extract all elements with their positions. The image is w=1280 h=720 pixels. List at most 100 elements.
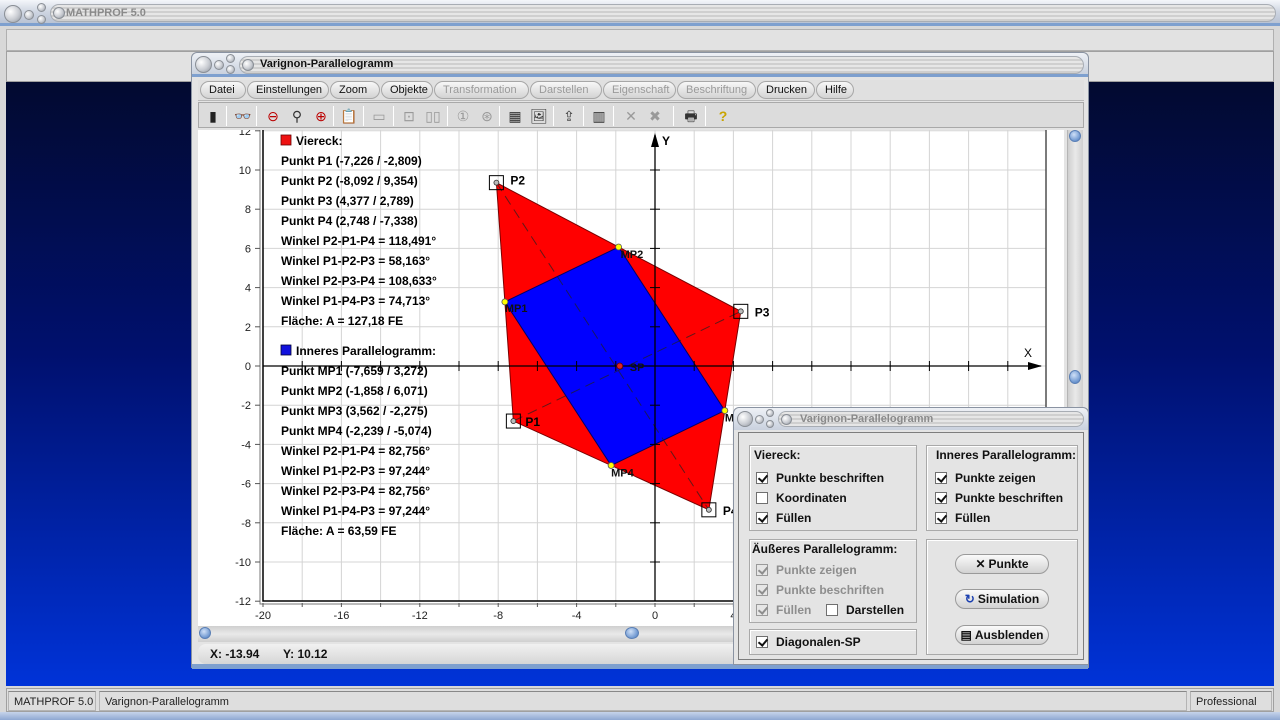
glasses-icon[interactable]: 👓 <box>233 106 253 126</box>
menu-zoom[interactable]: Zoom <box>330 81 380 99</box>
dialog-titlebar[interactable]: Varignon-Parallelogramm <box>734 408 1088 430</box>
window-titlebar[interactable]: Varignon-Parallelogramm <box>192 53 1088 77</box>
menu-objekte[interactable]: Objekte <box>381 81 433 99</box>
dialog-maximize-icon[interactable] <box>766 409 774 417</box>
app-title-stripes <box>50 4 1276 22</box>
help-icon[interactable]: ? <box>713 106 733 126</box>
window-minimize-icon[interactable] <box>214 60 224 70</box>
menu-beschriftung: Beschriftung <box>677 81 756 99</box>
toolbar-separator <box>333 106 334 126</box>
midpoint-label-mp4: MP4 <box>611 467 635 479</box>
hscroll-left-knob[interactable] <box>199 627 211 639</box>
toolbar-separator <box>256 106 257 126</box>
single-point-icon[interactable]: ⊡ <box>399 106 419 126</box>
vertex-dot-p2 <box>493 179 500 186</box>
window-icon[interactable]: ▭ <box>369 106 389 126</box>
ausblenden-button[interactable]: ▤ Ausblenden <box>955 625 1049 645</box>
toolbar-separator <box>583 106 584 126</box>
cb-viereck-fuellen[interactable]: Füllen <box>756 510 811 526</box>
checkbox-label: Koordinaten <box>776 491 847 505</box>
pages-icon[interactable]: ▥ <box>589 106 609 126</box>
circle-1-icon[interactable]: ① <box>453 106 473 126</box>
cb-viereck-punkte-beschriften[interactable]: Punkte beschriften <box>756 470 884 486</box>
clipboard-icon[interactable]: 📋 <box>339 106 359 126</box>
dialog-body: Viereck: Punkte beschriften Koordinaten … <box>738 432 1084 660</box>
checkbox-icon[interactable] <box>935 512 947 524</box>
checkbox-label: Punkte beschriften <box>955 491 1064 505</box>
cb-inner-fuellen[interactable]: Füllen <box>935 510 990 526</box>
coordinate-readout: X: -13.94 Y: 10.12 <box>198 644 738 664</box>
dialog-restore-icon[interactable] <box>766 420 774 428</box>
para-legend-swatch <box>280 344 292 356</box>
zoom-out-icon[interactable]: ⊖ <box>263 106 283 126</box>
para-info-line: Fläche: A = 63,59 FE <box>281 524 397 538</box>
checkbox-icon[interactable] <box>756 636 768 648</box>
y-tick-label: -12 <box>235 596 251 608</box>
window-maximize-icon[interactable] <box>226 54 235 63</box>
minimize-ball-icon[interactable] <box>24 10 34 20</box>
cb-inner-punkte-zeigen[interactable]: Punkte zeigen <box>935 470 1036 486</box>
vertex-dot-p3 <box>737 308 744 315</box>
export-icon[interactable]: ⇪ <box>559 106 579 126</box>
cb-viereck-koordinaten[interactable]: Koordinaten <box>756 490 847 506</box>
hscroll-thumb[interactable] <box>625 627 639 639</box>
para-info-line: Winkel P2-P1-P4 = 82,756° <box>281 444 430 458</box>
window-icon <box>242 59 254 71</box>
y-tick-label: 12 <box>239 130 251 138</box>
simulation-button[interactable]: ↻ Simulation <box>955 589 1049 609</box>
window-toolbar: ▮ 👓 ⊖ ⚲ ⊕ 📋 ▭ ⊡ ▯▯ ① ⊛ ▦ 🖼 ⇪ ▥ ✕ ✖ 🖶? <box>198 102 1084 128</box>
menu-hilfe[interactable]: Hilfe <box>816 81 854 99</box>
menu-einstellungen[interactable]: Einstellungen <box>247 81 329 99</box>
printer-icon[interactable]: 🖶 <box>681 106 701 126</box>
punkte-button[interactable]: ✕ Punkte <box>955 554 1049 574</box>
checkbox-label: Füllen <box>955 511 991 525</box>
circle-2-icon[interactable]: ⊛ <box>477 106 497 126</box>
double-cross-icon[interactable]: ✖ <box>645 106 665 126</box>
toolbar-separator <box>393 106 394 126</box>
quad-info-line: Winkel P1-P2-P3 = 58,163° <box>281 254 430 268</box>
panel-toggle-icon[interactable]: ▮ <box>203 106 223 126</box>
cross-point-icon: ✕ <box>975 557 986 571</box>
vscroll-top-knob[interactable] <box>1069 130 1081 142</box>
x-tick-label: -20 <box>255 610 271 622</box>
zoom-reset-icon[interactable]: ⚲ <box>287 106 307 126</box>
cross-icon[interactable]: ✕ <box>621 106 641 126</box>
checkbox-icon[interactable] <box>756 512 768 524</box>
restore-ball-icon[interactable] <box>37 15 46 24</box>
close-ball-icon[interactable] <box>4 5 22 23</box>
quad-legend-swatch <box>280 134 292 146</box>
para-info-line: Punkt MP3 (3,562 / -2,275) <box>281 404 428 418</box>
table-icon[interactable]: ▦ <box>505 106 525 126</box>
quad-info-line: Winkel P2-P3-P4 = 108,633° <box>281 274 437 288</box>
cb-diagonalen-sp[interactable]: Diagonalen-SP <box>756 634 861 650</box>
toolbar-separator <box>705 106 706 126</box>
window-restore-icon[interactable] <box>226 65 235 74</box>
maximize-ball-icon[interactable] <box>37 3 46 12</box>
cb-inner-punkte-beschriften[interactable]: Punkte beschriften <box>935 490 1063 506</box>
x-axis-label: X <box>1024 346 1032 360</box>
checkbox-icon[interactable] <box>826 604 838 616</box>
horizontal-scrollbar[interactable] <box>198 626 738 642</box>
checkbox-label: Punkte beschriften <box>776 471 885 485</box>
window-close-icon[interactable] <box>195 56 212 73</box>
vscroll-thumb[interactable] <box>1069 370 1081 384</box>
checkbox-icon[interactable] <box>756 472 768 484</box>
dialog-minimize-icon[interactable] <box>755 415 764 424</box>
inner-parallelogram-group: Inneres Parallelogramm: Punkte zeigen Pu… <box>926 445 1078 531</box>
app-icon <box>53 7 65 19</box>
image-icon[interactable]: 🖼 <box>529 106 549 126</box>
checkbox-icon[interactable] <box>756 492 768 504</box>
double-point-icon[interactable]: ▯▯ <box>423 106 443 126</box>
cb-outer-darstellen[interactable]: Darstellen <box>826 602 904 618</box>
checkbox-icon[interactable] <box>935 472 947 484</box>
zoom-in-icon[interactable]: ⊕ <box>311 106 331 126</box>
checkbox-icon[interactable] <box>935 492 947 504</box>
x-coordinate: X: -13.94 <box>210 647 260 661</box>
dialog-close-icon[interactable] <box>737 411 753 427</box>
taskbar-edge <box>0 712 1280 720</box>
quad-info-line: Punkt P2 (-8,092 / 9,354) <box>281 174 418 188</box>
vertex-dot-p1 <box>510 418 517 424</box>
vertex-label-p1: P1 <box>525 415 540 429</box>
menu-drucken[interactable]: Drucken <box>757 81 815 99</box>
menu-datei[interactable]: Datei <box>200 81 246 99</box>
